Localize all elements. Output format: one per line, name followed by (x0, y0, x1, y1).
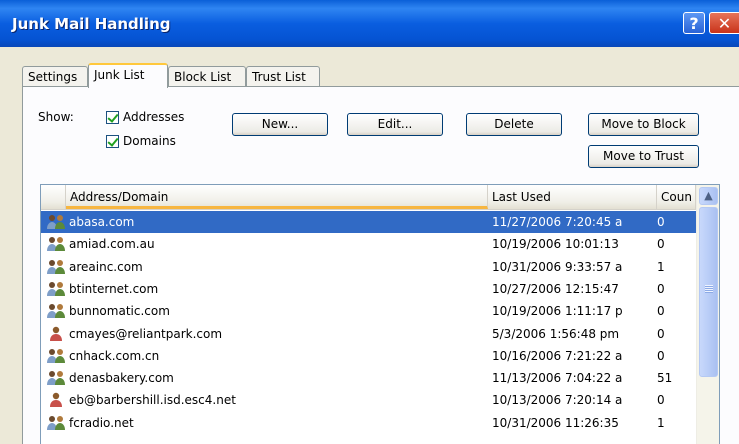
count-cell: 0 (657, 304, 665, 319)
delete-button[interactable]: Delete (466, 113, 562, 136)
address-cell: amiad.com.au (69, 237, 155, 252)
list-item[interactable]: fcradio.net 10/31/2006 11:26:35 1 (41, 412, 696, 434)
address-cell: btinternet.com (69, 281, 159, 296)
list-item[interactable]: cmayes@reliantpark.com 5/3/2006 1:56:48 p… (41, 323, 696, 345)
tab-trust-list[interactable]: Trust List (246, 66, 320, 86)
vertical-scrollbar[interactable]: ▲ (696, 185, 719, 444)
group-icon (47, 214, 65, 230)
list-item[interactable]: eb@barbershill.isd.esc4.net 10/13/2006 7:… (41, 389, 696, 411)
last-used-cell: 10/31/2006 11:26:35 (492, 415, 619, 430)
address-cell: fcradio.net (69, 415, 134, 430)
last-used-column-header[interactable]: Last Used (488, 185, 657, 209)
scroll-up-button[interactable]: ▲ (699, 187, 718, 205)
list-header: Address/Domain Last Used Coun (41, 185, 696, 210)
addresses-option[interactable]: Addresses (106, 110, 184, 124)
last-used-cell: 10/27/2006 12:15:47 (492, 281, 619, 296)
address-cell: denasbakery.com (69, 371, 174, 386)
new-button[interactable]: New... (232, 113, 328, 136)
person-icon (47, 392, 65, 408)
last-used-cell: 5/3/2006 1:56:48 pm (492, 326, 620, 341)
edit-button[interactable]: Edit... (347, 113, 443, 136)
move-to-trust-button[interactable]: Move to Trust (588, 145, 699, 168)
group-icon (47, 370, 65, 386)
count-cell: 51 (657, 371, 673, 386)
address-column-header[interactable]: Address/Domain (66, 185, 488, 209)
addresses-checkbox[interactable] (106, 110, 119, 124)
count-cell: 1 (657, 415, 665, 430)
domains-label: Domains (123, 134, 176, 148)
address-cell: abasa.com (69, 215, 135, 229)
move-to-block-button[interactable]: Move to Block (588, 113, 699, 136)
list-item[interactable]: amiad.com.au 10/19/2006 10:01:13 0 (41, 233, 696, 255)
address-cell: cnhack.com.cn (69, 348, 160, 363)
count-cell: 0 (657, 237, 665, 252)
addresses-label: Addresses (123, 110, 185, 124)
last-used-cell: 10/19/2006 10:01:13 (492, 237, 619, 252)
last-used-cell: 11/13/2006 7:04:22 a (492, 371, 623, 386)
group-icon (47, 281, 65, 297)
address-cell: bunnomatic.com (69, 304, 170, 319)
count-cell: 1 (657, 259, 665, 274)
count-cell: 0 (657, 348, 665, 363)
count-cell: 0 (657, 215, 665, 229)
window-title: Junk Mail Handling (12, 15, 171, 33)
thumb-grip (705, 285, 713, 293)
group-icon (47, 303, 65, 319)
address-cell: cmayes@reliantpark.com (69, 326, 223, 341)
list-item[interactable]: cnhack.com.cn 10/16/2006 7:21:22 a 0 (41, 345, 696, 367)
list-item[interactable]: denasbakery.com 11/13/2006 7:04:22 a 51 (41, 367, 696, 389)
icon-column-header[interactable] (41, 185, 66, 209)
tab-junk-list[interactable]: Junk List (88, 63, 168, 88)
list-item[interactable]: btinternet.com 10/27/2006 12:15:47 0 (41, 278, 696, 300)
count-cell: 0 (657, 281, 665, 296)
help-button[interactable]: ? (683, 12, 705, 34)
list-item[interactable]: abasa.com 11/27/2006 7:20:45 a 0 (41, 211, 696, 233)
group-icon (47, 259, 65, 275)
domains-option[interactable]: Domains (106, 134, 176, 148)
last-used-cell: 10/13/2006 7:20:14 a (492, 393, 623, 408)
tab-block-list[interactable]: Block List (168, 66, 246, 86)
list-item[interactable]: areainc.com 10/31/2006 9:33:57 a 1 (41, 256, 696, 278)
last-used-cell: 11/27/2006 7:20:45 a (492, 215, 623, 229)
last-used-cell: 10/16/2006 7:21:22 a (492, 348, 623, 363)
title-bar: Junk Mail Handling ? ✕ (0, 0, 739, 47)
close-button[interactable]: ✕ (709, 12, 739, 34)
count-cell: 0 (657, 326, 665, 341)
group-icon (47, 348, 65, 364)
count-cell: 0 (657, 393, 665, 408)
group-icon (47, 415, 65, 431)
person-icon (47, 326, 65, 342)
last-used-cell: 10/31/2006 9:33:57 a (492, 259, 623, 274)
tab-settings[interactable]: Settings (22, 66, 88, 86)
address-list[interactable]: Address/Domain Last Used Coun abasa.com 1… (40, 184, 720, 444)
address-cell: eb@barbershill.isd.esc4.net (69, 393, 236, 408)
list-item[interactable]: bunnomatic.com 10/19/2006 1:11:17 p 0 (41, 300, 696, 322)
show-label: Show: (38, 110, 74, 124)
count-column-header[interactable]: Coun (657, 185, 696, 209)
group-icon (47, 236, 65, 252)
address-cell: areainc.com (69, 259, 143, 274)
last-used-cell: 10/19/2006 1:11:17 p (492, 304, 623, 319)
scroll-thumb[interactable] (699, 207, 718, 377)
domains-checkbox[interactable] (106, 134, 119, 148)
